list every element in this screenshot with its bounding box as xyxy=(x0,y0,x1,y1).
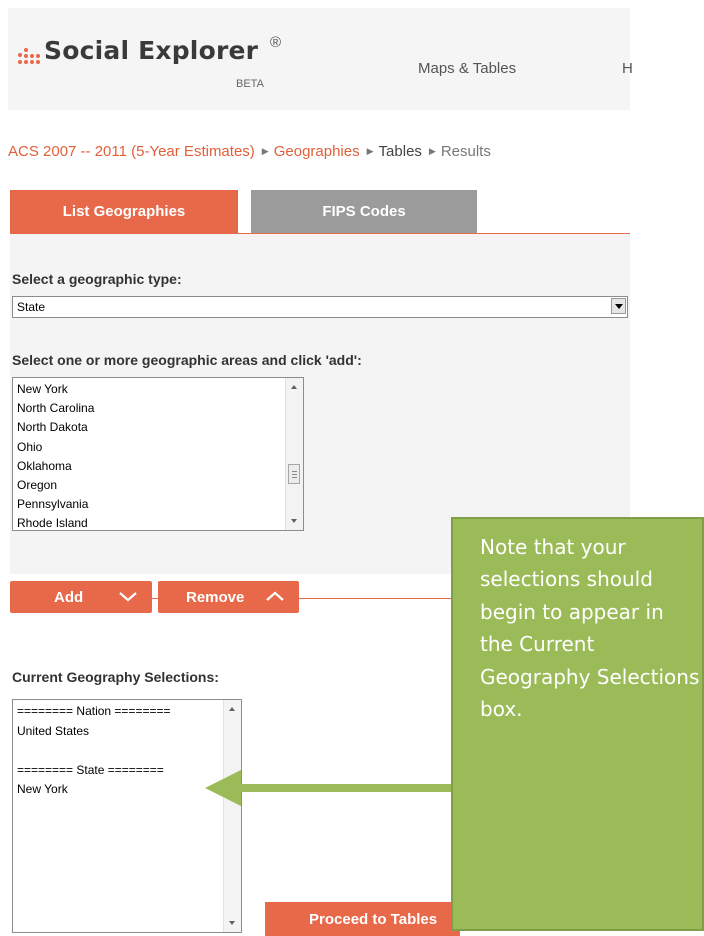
scroll-down-icon[interactable] xyxy=(291,519,297,523)
list-item: ======== State ======== xyxy=(17,762,164,777)
add-button-label: Add xyxy=(54,589,84,606)
current-selections-listbox[interactable]: ======== Nation ======== United States =… xyxy=(12,699,242,933)
tab-fips-codes[interactable]: FIPS Codes xyxy=(251,190,477,234)
scroll-up-icon[interactable] xyxy=(291,385,297,389)
logo-dots-icon xyxy=(18,48,40,70)
geo-type-label: Select a geographic type: xyxy=(12,271,182,287)
geo-type-select[interactable]: State xyxy=(12,296,628,318)
breadcrumb-arrow-icon: ▶ xyxy=(366,146,374,156)
list-item[interactable]: North Carolina xyxy=(17,399,94,418)
chevron-down-icon xyxy=(119,592,137,602)
areas-list: New York North Carolina North Dakota Ohi… xyxy=(17,380,94,530)
nav-item-partial[interactable]: H xyxy=(622,60,633,77)
geo-type-value: State xyxy=(17,300,46,314)
breadcrumb-arrow-icon: ▶ xyxy=(261,146,269,156)
list-item[interactable]: New York xyxy=(17,380,94,399)
breadcrumb-tables: Tables xyxy=(378,143,422,160)
nav-maps-tables[interactable]: Maps & Tables xyxy=(418,60,516,77)
selections-scrollbar[interactable] xyxy=(223,700,241,932)
logo-registered-mark: ® xyxy=(270,34,282,51)
scroll-up-icon[interactable] xyxy=(229,707,235,711)
list-item[interactable]: United States xyxy=(17,722,170,742)
breadcrumb-dataset[interactable]: ACS 2007 -- 2011 (5-Year Estimates) xyxy=(8,143,255,160)
areas-label: Select one or more geographic areas and … xyxy=(12,352,362,368)
proceed-button-label: Proceed to Tables xyxy=(309,911,438,928)
logo-beta-label: BETA xyxy=(236,78,264,90)
list-item[interactable]: Pennsylvania xyxy=(17,495,94,514)
list-item[interactable]: Oklahoma xyxy=(17,457,94,476)
breadcrumb-results: Results xyxy=(440,143,491,160)
note-callout: Note that your selections should begin t… xyxy=(451,517,704,931)
annotation-arrow-icon xyxy=(205,770,453,806)
breadcrumb-arrow-icon: ▶ xyxy=(428,146,436,156)
list-item: ======== Nation ======== xyxy=(17,704,171,718)
list-item[interactable]: Oregon xyxy=(17,476,94,495)
current-selections-label: Current Geography Selections: xyxy=(12,669,219,685)
proceed-to-tables-button[interactable]: Proceed to Tables xyxy=(265,902,460,936)
list-item[interactable]: Rhode Island xyxy=(17,514,94,530)
breadcrumb-geographies[interactable]: Geographies xyxy=(274,143,360,160)
areas-listbox[interactable]: New York North Carolina North Dakota Ohi… xyxy=(12,377,304,531)
remove-button-label: Remove xyxy=(186,589,245,606)
note-text: Note that your selections should begin t… xyxy=(480,535,700,722)
remove-button[interactable]: Remove xyxy=(158,581,299,613)
dropdown-arrow-icon[interactable] xyxy=(611,298,626,314)
list-item[interactable]: Ohio xyxy=(17,438,94,457)
site-logo[interactable]: Social Explorer xyxy=(44,36,258,65)
selections-list: ======== Nation ======== United States =… xyxy=(17,702,170,800)
add-button[interactable]: Add xyxy=(10,581,152,613)
site-header: Social Explorer ® BETA Maps & Tables H xyxy=(8,8,633,110)
chevron-up-icon xyxy=(266,591,284,601)
tab-list-geographies[interactable]: List Geographies xyxy=(10,190,238,234)
scroll-thumb[interactable] xyxy=(288,464,300,484)
areas-scrollbar[interactable] xyxy=(285,378,303,530)
breadcrumb: ACS 2007 -- 2011 (5-Year Estimates) ▶ Geog… xyxy=(8,143,491,160)
scroll-down-icon[interactable] xyxy=(229,921,235,925)
list-item[interactable]: North Dakota xyxy=(17,418,94,437)
list-item[interactable]: New York xyxy=(17,780,170,800)
